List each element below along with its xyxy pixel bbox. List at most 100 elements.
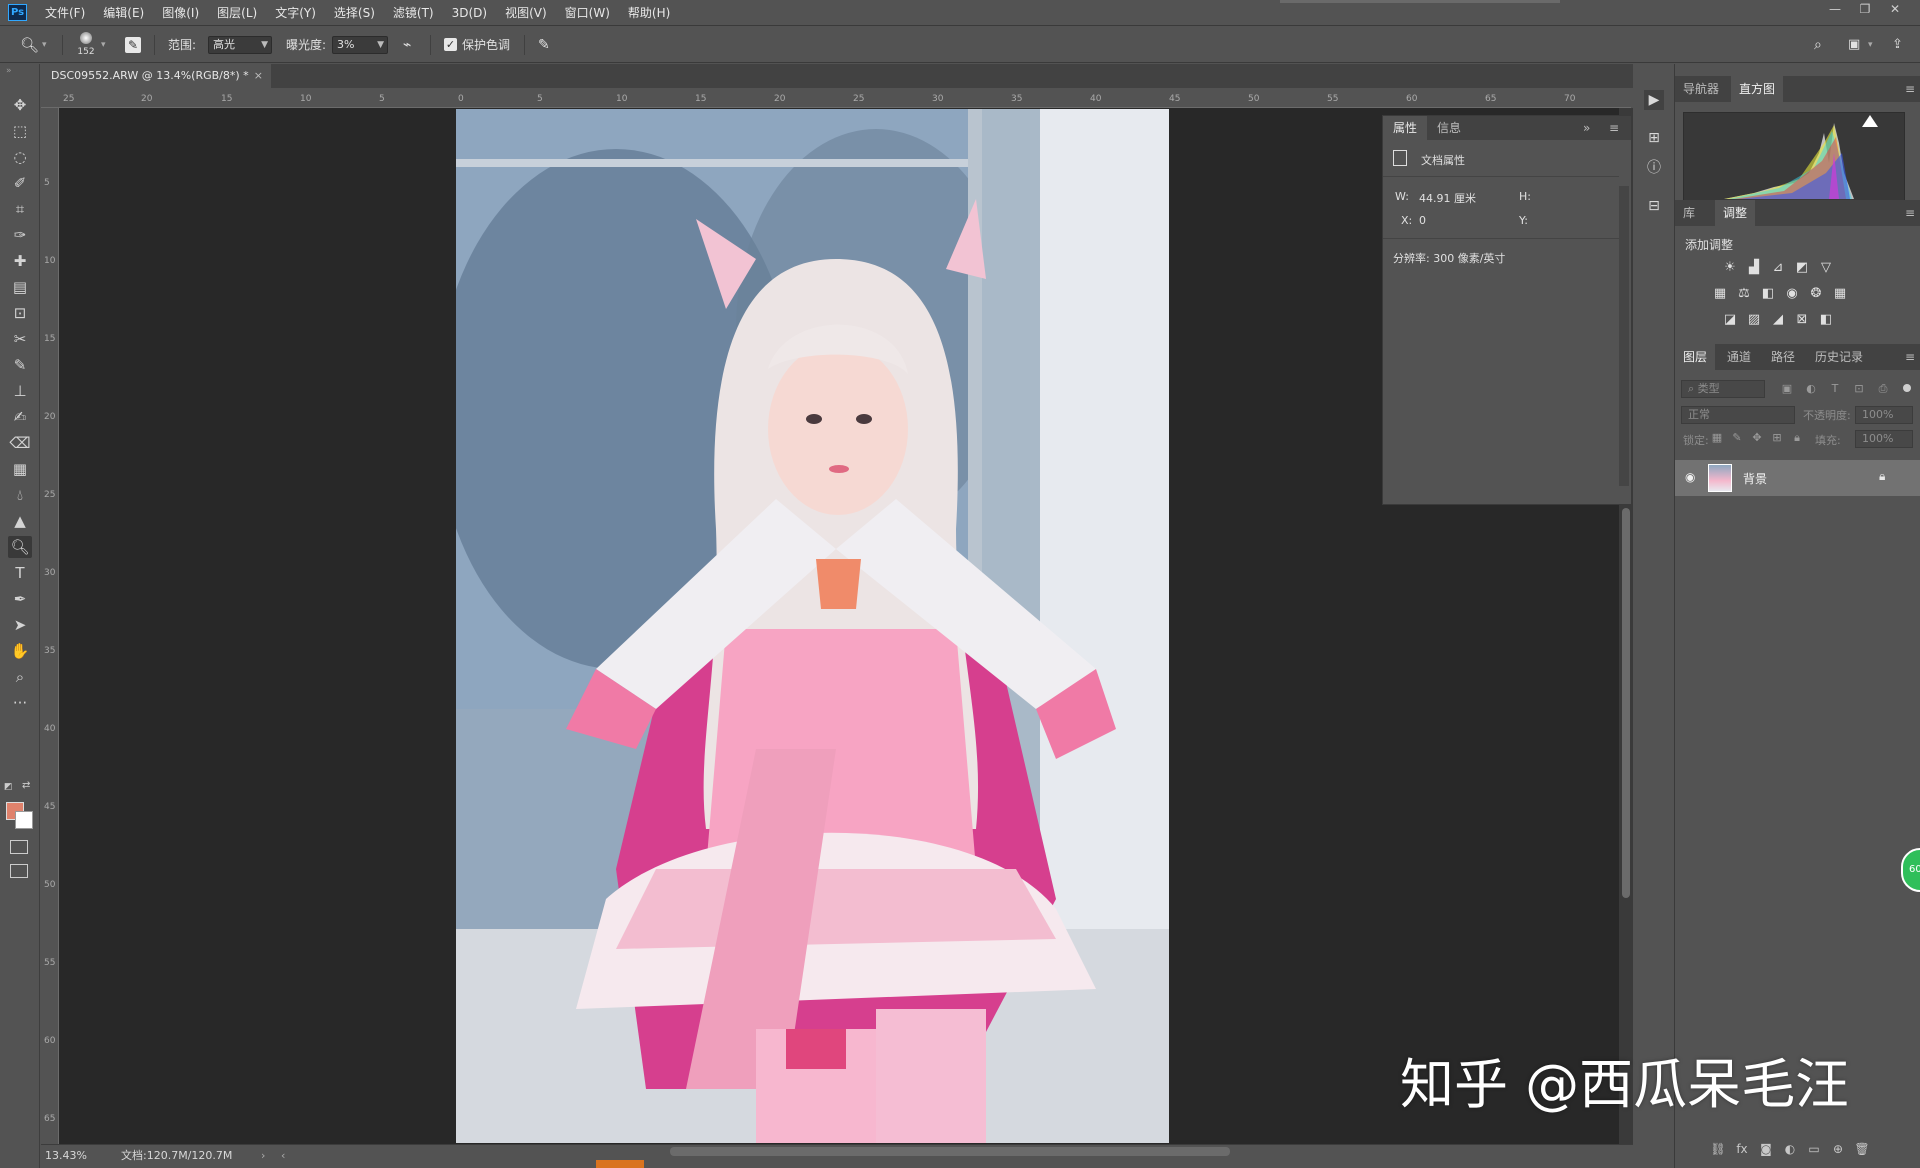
- filter-smart-object-icon[interactable]: ⎙: [1875, 381, 1891, 397]
- tab-histogram[interactable]: 直方图: [1731, 76, 1784, 102]
- filter-shape-icon[interactable]: ⊡: [1851, 381, 1867, 397]
- eraser-tool-icon[interactable]: ⌫: [8, 432, 32, 454]
- gradient-map-adjustment-icon[interactable]: ◧: [1817, 312, 1835, 328]
- layer-name[interactable]: 背景: [1743, 470, 1767, 487]
- filter-pixel-icon[interactable]: ▣: [1779, 381, 1795, 397]
- panel-menu-icon[interactable]: ≡: [1905, 344, 1915, 370]
- menu-file[interactable]: 文件(F): [36, 0, 94, 26]
- menu-layer[interactable]: 图层(L): [208, 0, 266, 26]
- layer-kind-filter[interactable]: ⌕ 类型: [1681, 380, 1765, 398]
- tab-history[interactable]: 历史记录: [1807, 344, 1871, 370]
- lock-pixels-icon[interactable]: ✎: [1729, 430, 1745, 446]
- clone-stamp-tool-icon[interactable]: ⊥: [8, 380, 32, 402]
- add-mask-icon[interactable]: ◙: [1757, 1140, 1775, 1158]
- lock-transparency-icon[interactable]: ▦: [1709, 430, 1725, 446]
- red-eye-tool-icon[interactable]: ✂: [8, 328, 32, 350]
- new-layer-icon[interactable]: ⊕: [1829, 1140, 1847, 1158]
- type-tool-icon[interactable]: T: [8, 562, 32, 584]
- vibrance-adjustment-icon[interactable]: ▽: [1817, 260, 1835, 276]
- menu-filter[interactable]: 滤镜(T): [384, 0, 443, 26]
- lasso-tool-icon[interactable]: ◌: [8, 146, 32, 168]
- color-balance-adjustment-icon[interactable]: ⚖: [1735, 286, 1753, 302]
- protect-tones-checkbox[interactable]: ✓: [444, 38, 457, 51]
- lock-position-icon[interactable]: ✥: [1749, 430, 1765, 446]
- new-adjustment-layer-icon[interactable]: ◐: [1781, 1140, 1799, 1158]
- new-group-icon[interactable]: ▭: [1805, 1140, 1823, 1158]
- vertical-ruler[interactable]: 5 10 15 20 25 30 35 40 45 50 55 60 65: [41, 108, 59, 1144]
- menu-view[interactable]: 视图(V): [496, 0, 556, 26]
- document-image[interactable]: [456, 109, 1169, 1143]
- properties-icon[interactable]: ⊞: [1644, 128, 1664, 148]
- healing-brush-tool-icon[interactable]: ✚: [8, 250, 32, 272]
- layer-style-icon[interactable]: fx: [1733, 1140, 1751, 1158]
- tab-info[interactable]: 信息: [1427, 116, 1471, 140]
- quick-mask-icon[interactable]: [10, 840, 28, 854]
- move-tool-icon[interactable]: ✥: [8, 94, 32, 116]
- quick-select-tool-icon[interactable]: ✐: [8, 172, 32, 194]
- tab-channels[interactable]: 通道: [1719, 344, 1759, 370]
- scroll-left-arrow-icon[interactable]: ‹: [281, 1145, 285, 1167]
- panel-menu-icon[interactable]: ≡: [1605, 116, 1623, 140]
- pressure-size-icon[interactable]: ✎: [538, 27, 550, 63]
- invert-adjustment-icon[interactable]: ◪: [1721, 312, 1739, 328]
- opacity-input[interactable]: 100%: [1855, 406, 1913, 424]
- layer-comps-icon[interactable]: ⊟: [1644, 196, 1664, 216]
- share-icon[interactable]: ⇪: [1892, 27, 1903, 63]
- hand-tool-icon[interactable]: ✋: [8, 640, 32, 662]
- collapse-panel-icon[interactable]: »: [1579, 116, 1594, 140]
- close-window-button[interactable]: ✕: [1880, 0, 1910, 20]
- chevron-down-icon[interactable]: ▾: [101, 27, 106, 63]
- link-layers-icon[interactable]: ⛓: [1709, 1140, 1727, 1158]
- scroll-thumb[interactable]: [1622, 508, 1630, 898]
- filter-adjustment-icon[interactable]: ◐: [1803, 381, 1819, 397]
- fill-input[interactable]: 100%: [1855, 430, 1913, 448]
- default-colors-icon[interactable]: ◩: [4, 782, 13, 792]
- chevron-down-icon[interactable]: ▾: [1868, 27, 1873, 63]
- play-icon[interactable]: ▶: [1644, 90, 1664, 110]
- menu-edit[interactable]: 编辑(E): [94, 0, 153, 26]
- pen-tool-icon[interactable]: ✒: [8, 588, 32, 610]
- lock-artboard-icon[interactable]: ⊞: [1769, 430, 1785, 446]
- panel-menu-icon[interactable]: ≡: [1905, 76, 1915, 102]
- more-tools-icon[interactable]: ···: [8, 692, 32, 714]
- brush-panel-toggle-icon[interactable]: ✎: [125, 37, 141, 53]
- properties-scrollbar[interactable]: [1619, 186, 1629, 486]
- menu-image[interactable]: 图像(I): [153, 0, 208, 26]
- eye-icon[interactable]: ◉: [1685, 470, 1695, 484]
- exposure-adjustment-icon[interactable]: ◩: [1793, 260, 1811, 276]
- filter-toggle-icon[interactable]: [1903, 384, 1911, 392]
- color-lookup-adjustment-icon[interactable]: ▦: [1831, 286, 1849, 302]
- menu-help[interactable]: 帮助(H): [619, 0, 679, 26]
- exposure-select[interactable]: 3% ▼: [332, 36, 388, 54]
- gradient-tool-icon[interactable]: ▦: [8, 458, 32, 480]
- brightness-adjustment-icon[interactable]: ☀: [1721, 260, 1739, 276]
- tab-layers[interactable]: 图层: [1675, 344, 1716, 370]
- channel-mixer-adjustment-icon[interactable]: ❂: [1807, 286, 1825, 302]
- tab-properties[interactable]: 属性: [1383, 116, 1428, 140]
- horizontal-ruler[interactable]: 25 20 15 10 5 0 5 10 15 20 25 30 35 40 4…: [41, 90, 1631, 108]
- curves-adjustment-icon[interactable]: ⊿: [1769, 260, 1787, 276]
- restore-button[interactable]: ❐: [1850, 0, 1880, 20]
- range-select[interactable]: 高光 ▼: [208, 36, 272, 54]
- menu-type[interactable]: 文字(Y): [266, 0, 325, 26]
- tab-adjustments[interactable]: 调整: [1715, 200, 1756, 226]
- selective-color-adjustment-icon[interactable]: ⊠: [1793, 312, 1811, 328]
- airbrush-icon[interactable]: ⌁: [403, 27, 411, 63]
- patch-tool-icon[interactable]: ▤: [8, 276, 32, 298]
- tab-libraries[interactable]: 库: [1675, 200, 1703, 226]
- posterize-adjustment-icon[interactable]: ▨: [1745, 312, 1763, 328]
- path-select-tool-icon[interactable]: ➤: [8, 614, 32, 636]
- levels-adjustment-icon[interactable]: ▟: [1745, 260, 1763, 276]
- menu-select[interactable]: 选择(S): [325, 0, 384, 26]
- screen-mode-icon[interactable]: [10, 864, 28, 878]
- blur-tool-icon[interactable]: 💧︎: [8, 484, 32, 506]
- sharpen-tool-icon[interactable]: ▲: [8, 510, 32, 532]
- search-icon[interactable]: ⌕: [1814, 27, 1822, 63]
- blend-mode-select[interactable]: 正常: [1681, 406, 1795, 424]
- workspace-icon[interactable]: ▣: [1848, 27, 1860, 63]
- background-color-swatch[interactable]: [15, 811, 33, 829]
- photo-filter-adjustment-icon[interactable]: ◉: [1783, 286, 1801, 302]
- info-icon[interactable]: ⓘ: [1644, 158, 1664, 178]
- black-white-adjustment-icon[interactable]: ◧: [1759, 286, 1777, 302]
- threshold-adjustment-icon[interactable]: ◢: [1769, 312, 1787, 328]
